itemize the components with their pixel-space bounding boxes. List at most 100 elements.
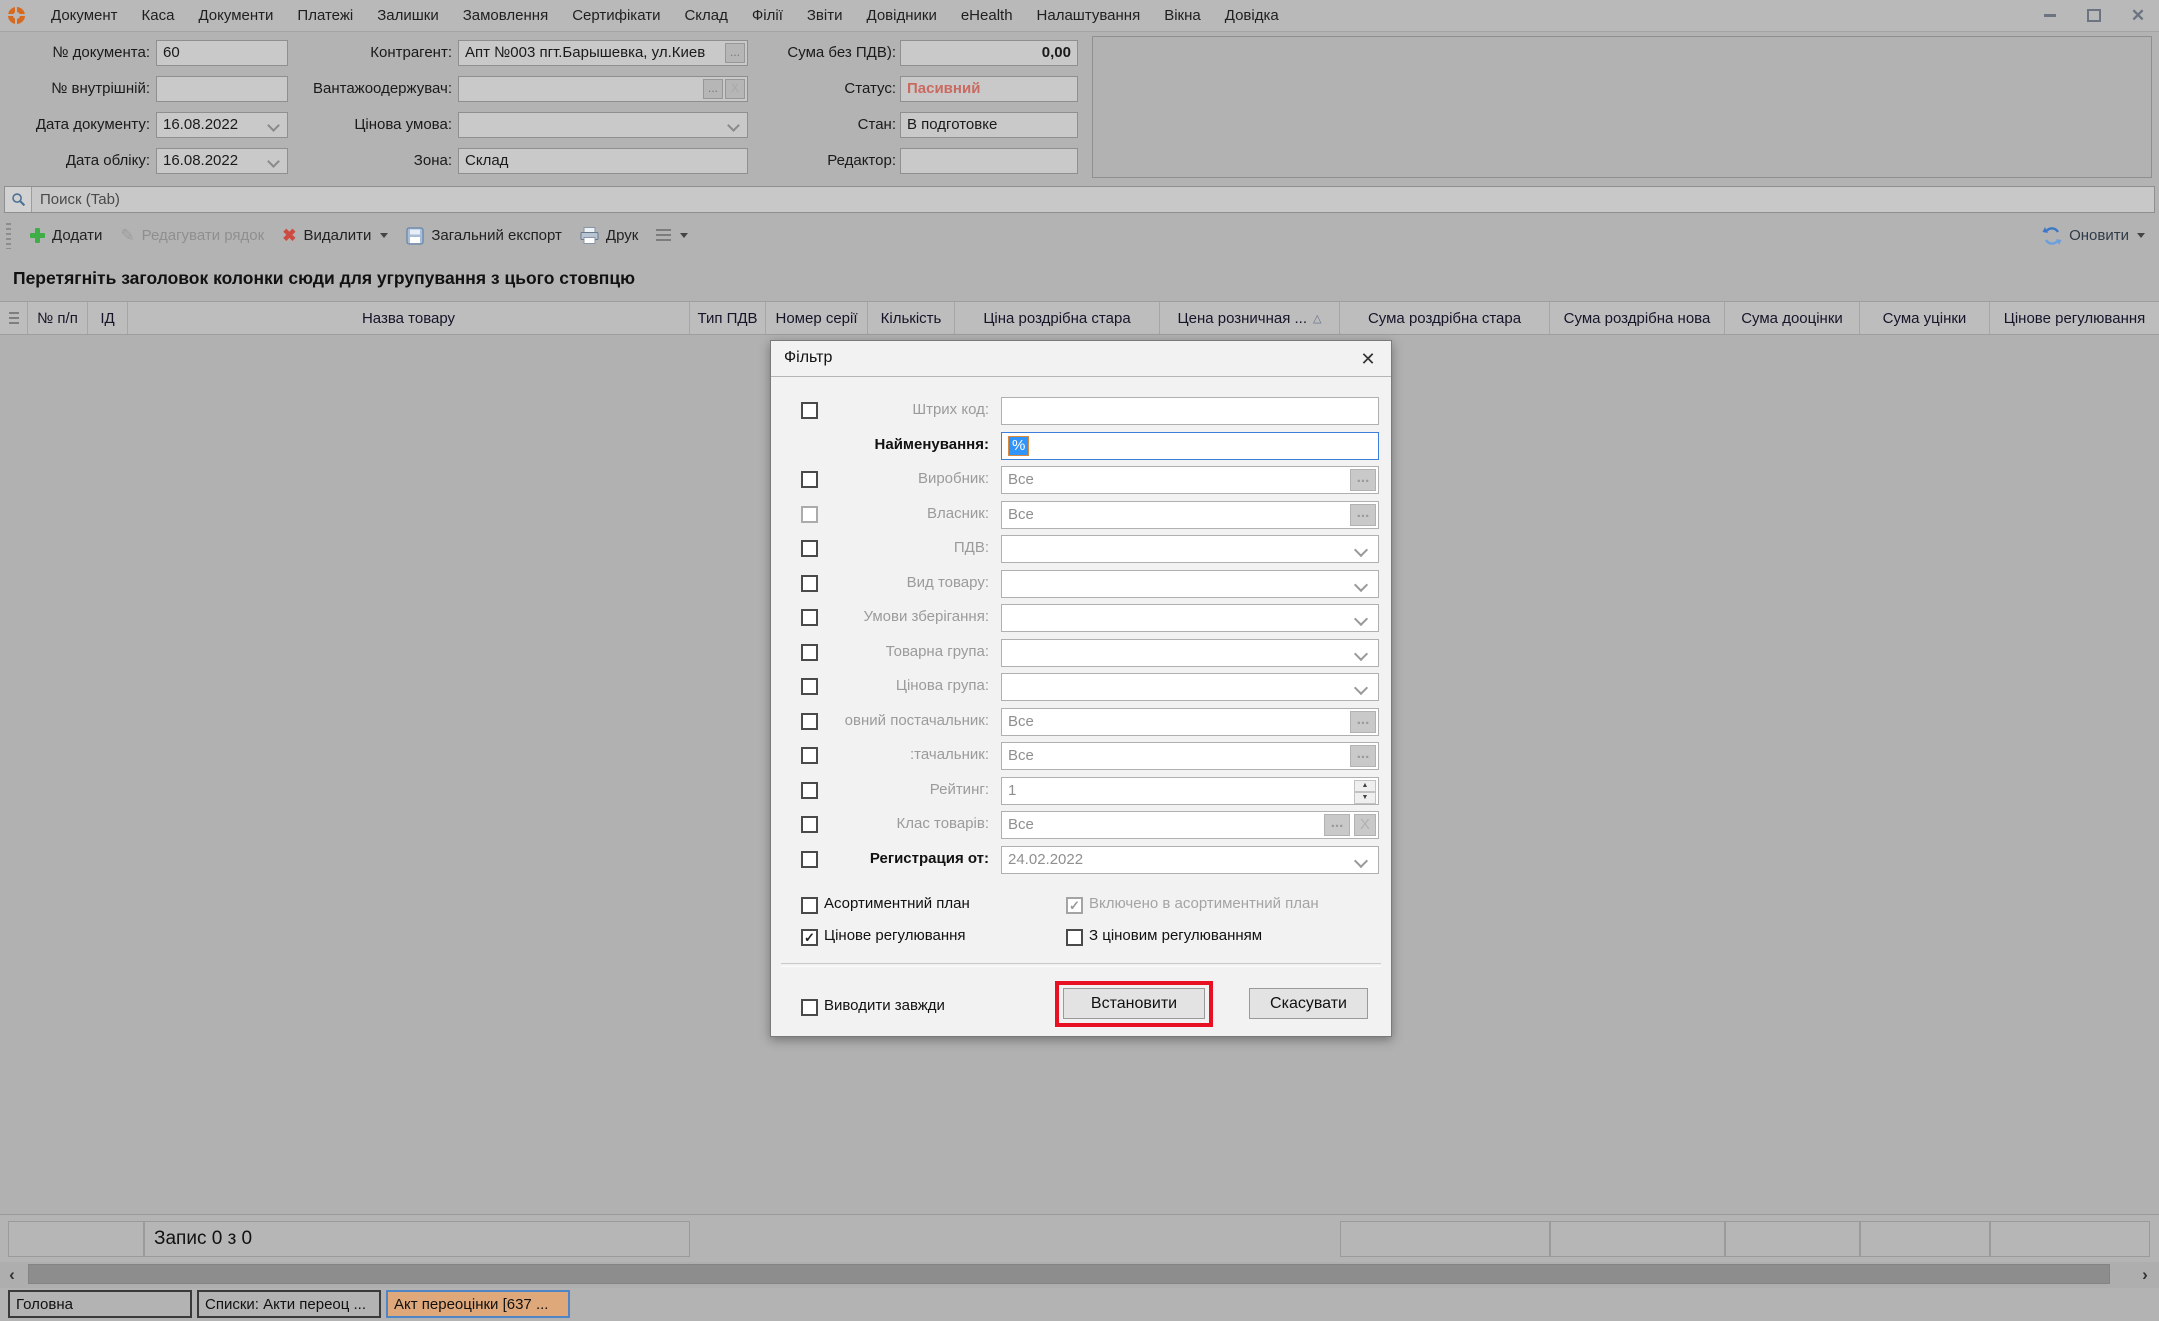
filter-checkbox[interactable]: [801, 644, 818, 661]
column-header[interactable]: Сума дооцінки: [1725, 302, 1860, 334]
filter-checkbox[interactable]: [801, 471, 818, 488]
filter-checkbox[interactable]: [801, 713, 818, 730]
chevron-down-icon[interactable]: [1354, 578, 1368, 592]
filter-checkbox[interactable]: [801, 540, 818, 557]
chevron-down-icon[interactable]: [1354, 647, 1368, 661]
filter-checkbox[interactable]: [801, 782, 818, 799]
scrollbar-thumb[interactable]: [28, 1264, 2110, 1284]
filter-checkbox[interactable]: [801, 851, 818, 868]
lookup-ellipsis-button[interactable]: ...: [1350, 711, 1376, 733]
chevron-down-icon[interactable]: [1354, 854, 1368, 868]
storage-combo[interactable]: [1001, 604, 1379, 632]
menu-item-platezhi[interactable]: Платежі: [285, 0, 365, 31]
column-header-sorted[interactable]: Цена розничная ...△: [1160, 302, 1340, 334]
filter-checkbox[interactable]: [801, 402, 818, 419]
menu-item-vikna[interactable]: Вікна: [1152, 0, 1213, 31]
column-header[interactable]: № п/п: [28, 302, 88, 334]
filter-checkbox[interactable]: [801, 816, 818, 833]
menu-item-zvity[interactable]: Звіти: [795, 0, 855, 31]
chevron-down-icon[interactable]: [1354, 543, 1368, 557]
main-supplier-lookup[interactable]: Все...: [1001, 708, 1379, 736]
price-regulation-checkbox[interactable]: ✓: [801, 929, 818, 946]
registration-date-combo[interactable]: 24.02.2022: [1001, 846, 1379, 874]
filter-dialog-titlebar[interactable]: Фільтр ✕: [771, 341, 1391, 377]
goods-group-combo[interactable]: [1001, 639, 1379, 667]
vat-combo[interactable]: [1001, 535, 1379, 563]
scroll-right-arrow[interactable]: ›: [2133, 1265, 2157, 1285]
goods-type-combo[interactable]: [1001, 570, 1379, 598]
print-button[interactable]: Друк: [571, 223, 647, 248]
export-button[interactable]: Загальний експорт: [397, 223, 571, 249]
column-header[interactable]: Ціна роздрібна стара: [955, 302, 1160, 334]
lookup-ellipsis-button[interactable]: ...: [1350, 504, 1376, 526]
supplier-lookup[interactable]: Все...: [1001, 742, 1379, 770]
lookup-ellipsis-button[interactable]: ...: [1350, 745, 1376, 767]
tab-spysky-akty[interactable]: Списки: Акти переоц ...: [197, 1290, 381, 1318]
cancel-button[interactable]: Скасувати: [1249, 988, 1368, 1019]
menu-item-filii[interactable]: Філії: [740, 0, 795, 31]
owner-lookup[interactable]: Все...: [1001, 501, 1379, 529]
menu-item-zalyshky[interactable]: Залишки: [365, 0, 451, 31]
menu-bar: Документ Каса Документи Платежі Залишки …: [0, 0, 2159, 32]
name-input[interactable]: %: [1001, 432, 1379, 460]
with-price-regulation-checkbox[interactable]: [1066, 929, 1083, 946]
tab-akt-pereotsinky-active[interactable]: Акт переоцінки [637 ...: [386, 1290, 570, 1318]
menu-item-sklad[interactable]: Склад: [672, 0, 739, 31]
menu-item-sertyfikaty[interactable]: Сертифікати: [560, 0, 672, 31]
menu-item-zamovlennya[interactable]: Замовлення: [451, 0, 560, 31]
column-header[interactable]: Назва товару: [128, 302, 690, 334]
barcode-input[interactable]: [1001, 397, 1379, 425]
column-header[interactable]: Тип ПДВ: [690, 302, 766, 334]
filter-checkbox[interactable]: [801, 678, 818, 695]
dialog-close-button[interactable]: ✕: [1355, 346, 1381, 372]
group-by-panel[interactable]: Перетягніть заголовок колонки сюди для у…: [0, 256, 2159, 301]
state-label: Стан:: [690, 112, 896, 138]
menu-item-kasa[interactable]: Каса: [130, 0, 187, 31]
column-header[interactable]: Кількість: [868, 302, 955, 334]
rating-spinner[interactable]: 1 ▲▼: [1001, 777, 1379, 805]
filter-checkbox[interactable]: [801, 609, 818, 626]
menu-item-ehealth[interactable]: eHealth: [949, 0, 1025, 31]
column-header[interactable]: Сума роздрібна нова: [1550, 302, 1725, 334]
tab-holovna[interactable]: Головна: [8, 1290, 192, 1318]
menu-item-dovidka[interactable]: Довідка: [1213, 0, 1291, 31]
included-in-plan-checkbox-disabled[interactable]: ✓: [1066, 897, 1083, 914]
goods-class-lookup[interactable]: Все...X: [1001, 811, 1379, 839]
lookup-ellipsis-button[interactable]: ...: [1324, 814, 1350, 836]
chevron-down-icon[interactable]: [1354, 612, 1368, 626]
minimize-button[interactable]: [2039, 6, 2061, 26]
spin-up-icon[interactable]: ▲: [1354, 780, 1376, 792]
clear-x-button[interactable]: X: [1354, 814, 1376, 836]
column-header[interactable]: Сума роздрібна стара: [1340, 302, 1550, 334]
manufacturer-lookup[interactable]: Все...: [1001, 466, 1379, 494]
filter-checkbox-disabled[interactable]: [801, 506, 818, 523]
restore-button[interactable]: [2083, 6, 2105, 26]
price-group-combo[interactable]: [1001, 673, 1379, 701]
filter-checkbox[interactable]: [801, 747, 818, 764]
menu-item-nalashtuvannya[interactable]: Налаштування: [1025, 0, 1153, 31]
lookup-ellipsis-button[interactable]: ...: [1350, 469, 1376, 491]
close-button[interactable]: ✕: [2127, 6, 2149, 26]
column-header[interactable]: Цінове регулювання: [1990, 302, 2159, 334]
column-header[interactable]: Номер серії: [766, 302, 868, 334]
edit-row-button[interactable]: ✎Редагувати рядок: [111, 222, 273, 250]
scroll-left-arrow[interactable]: ‹: [0, 1265, 24, 1285]
menu-item-dovidnyky[interactable]: Довідники: [855, 0, 949, 31]
filter-checkbox[interactable]: [801, 575, 818, 592]
chevron-down-icon[interactable]: [1354, 681, 1368, 695]
always-show-checkbox[interactable]: [801, 999, 818, 1016]
toolbar-drag-handle[interactable]: [6, 223, 11, 249]
refresh-button[interactable]: Оновити: [2042, 226, 2159, 246]
spin-down-icon[interactable]: ▼: [1354, 792, 1376, 804]
menu-item-dokumenty[interactable]: Документи: [186, 0, 285, 31]
view-options-button[interactable]: [647, 225, 697, 246]
add-button[interactable]: Додати: [21, 223, 111, 248]
search-input[interactable]: [32, 191, 2154, 208]
column-header[interactable]: ІД: [88, 302, 128, 334]
assortment-plan-checkbox[interactable]: [801, 897, 818, 914]
row-indicator-column-header[interactable]: [0, 302, 28, 334]
delete-button[interactable]: ✖Видалити: [273, 222, 397, 250]
column-header[interactable]: Сума уцінки: [1860, 302, 1990, 334]
menu-item-dokument[interactable]: Документ: [39, 0, 130, 31]
sort-ascending-icon: △: [1313, 312, 1321, 325]
